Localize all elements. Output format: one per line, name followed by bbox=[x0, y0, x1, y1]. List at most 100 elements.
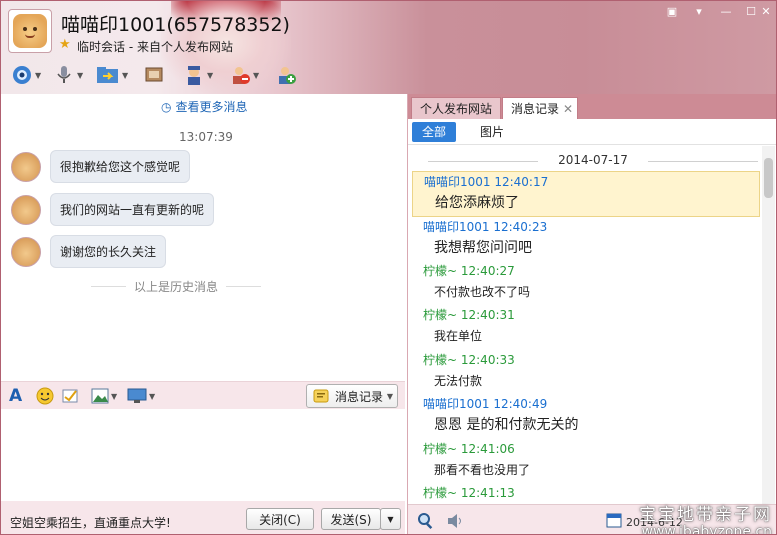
entry-text: 不付款也改不了吗 bbox=[434, 285, 531, 299]
ad-link[interactable]: 空姐空乘招生，直通重点大学! bbox=[10, 514, 171, 531]
chevron-down-icon: ▼ bbox=[386, 391, 393, 401]
message-input[interactable] bbox=[1, 409, 405, 501]
chat-toolbar: ▼ ▼ ▼ ▼ ▼ bbox=[1, 59, 321, 91]
history-entry[interactable]: 柠檬~ 12:41:06 那看不看也没用了 bbox=[412, 439, 760, 483]
voice-call-button[interactable]: ▼ bbox=[53, 63, 83, 87]
star-icon: ★ bbox=[59, 37, 71, 52]
contact-title: 喵喵印1001(657578352) bbox=[61, 14, 290, 36]
search-icon[interactable] bbox=[417, 512, 435, 533]
history-entry[interactable]: 柠檬~ 12:41:13 bbox=[412, 483, 760, 503]
entry-sender: 柠檬~ 12:40:31 bbox=[423, 308, 515, 322]
image-send-button[interactable]: ▼ bbox=[91, 386, 117, 406]
header: 喵喵印1001(657578352) ★ 临时会话 - 来自个人发布网站 ▣ ▾… bbox=[1, 1, 776, 94]
history-filter-tabs: 全部 图片 bbox=[408, 119, 776, 145]
send-options-button[interactable]: ▼ bbox=[380, 508, 401, 530]
sender-avatar[interactable] bbox=[11, 194, 41, 225]
close-tab-icon[interactable]: ✕ bbox=[563, 98, 573, 120]
poke-icon[interactable] bbox=[61, 386, 79, 406]
tab-personal-site[interactable]: 个人发布网站 bbox=[411, 97, 502, 119]
emoji-icon[interactable] bbox=[36, 386, 54, 406]
message-history-button[interactable]: 消息记录 ▼ bbox=[306, 384, 398, 408]
watermark: 宝宝地带亲子网 www.ibabyzone.cn bbox=[628, 505, 776, 535]
chat-message: 很抱歉给您这个感觉呢 bbox=[11, 150, 191, 183]
entry-sender: 柠檬~ 12:41:13 bbox=[423, 486, 515, 500]
tab-all[interactable]: 全部 bbox=[412, 122, 457, 142]
history-bottom-bar: 2014-6-12 宝宝地带亲子网 www.ibabyzone.cn bbox=[408, 504, 776, 535]
tab-label: 消息记录 bbox=[511, 102, 560, 116]
watermark-title: 宝宝地带亲子网 bbox=[639, 505, 772, 525]
contact-avatar[interactable] bbox=[8, 9, 52, 53]
tab-message-history[interactable]: 消息记录 ✕ bbox=[502, 97, 578, 119]
file-transfer-icon bbox=[97, 67, 118, 83]
remove-user-icon bbox=[233, 67, 250, 84]
camera-icon bbox=[13, 66, 31, 84]
remote-assist-button[interactable]: ▼ bbox=[183, 63, 213, 87]
add-user-icon bbox=[279, 67, 296, 84]
screenshot-button[interactable]: ▼ bbox=[127, 386, 155, 406]
chat-window: 喵喵印1001(657578352) ★ 临时会话 - 来自个人发布网站 ▣ ▾… bbox=[0, 0, 777, 535]
history-entry[interactable]: 喵喵印1001 12:40:17 给您添麻烦了 bbox=[412, 171, 760, 217]
avatar-icon bbox=[188, 66, 200, 85]
block-user-button[interactable]: ▼ bbox=[229, 63, 259, 87]
panel-tabs: 个人发布网站 消息记录 ✕ bbox=[408, 94, 776, 119]
chevron-down-icon: ▼ bbox=[77, 70, 84, 80]
tab-images[interactable]: 图片 bbox=[470, 122, 514, 142]
chevron-down-icon: ▼ bbox=[35, 70, 42, 80]
sender-avatar[interactable] bbox=[11, 151, 41, 182]
chat-message: 我们的网站一直有更新的呢 bbox=[11, 193, 215, 226]
history-button-label: 消息记录 bbox=[335, 389, 384, 404]
chevron-down-icon: ▼ bbox=[207, 70, 214, 80]
menu-icon[interactable]: ▾ bbox=[689, 5, 709, 19]
chat-panel: ◷ 查看更多消息 13:07:39 很抱歉给您这个感觉呢 我们的网站一直有更新的呢… bbox=[1, 94, 405, 534]
entry-text: 我想帮您问问吧 bbox=[434, 240, 532, 256]
entry-text: 给您添麻烦了 bbox=[435, 195, 519, 211]
history-list: 2014-07-17 喵喵印1001 12:40:17 给您添麻烦了 喵喵印10… bbox=[408, 146, 762, 504]
history-scrollbar[interactable] bbox=[762, 146, 775, 504]
entry-sender: 柠檬~ 12:40:33 bbox=[423, 353, 515, 367]
entry-text: 我在单位 bbox=[434, 329, 483, 343]
more-messages-link[interactable]: ◷ 查看更多消息 bbox=[161, 98, 248, 115]
font-icon[interactable]: A bbox=[9, 386, 22, 406]
entry-sender: 柠檬~ 12:40:27 bbox=[423, 264, 515, 278]
chevron-down-icon: ▼ bbox=[253, 70, 260, 80]
close-icon[interactable]: ✕ bbox=[756, 5, 776, 19]
picture-icon bbox=[91, 388, 109, 404]
send-button[interactable]: 发送(S) bbox=[321, 508, 381, 530]
history-entry[interactable]: 喵喵印1001 12:40:49 恩恩 是的和付款无关的 bbox=[412, 394, 760, 438]
history-entry[interactable]: 柠檬~ 12:40:27 不付款也改不了吗 bbox=[412, 261, 760, 305]
history-entry[interactable]: 喵喵印1001 12:40:23 我想帮您问问吧 bbox=[412, 217, 760, 261]
add-friend-button[interactable] bbox=[275, 63, 297, 87]
chevron-down-icon: ▼ bbox=[149, 391, 156, 401]
calendar-icon[interactable] bbox=[606, 512, 622, 531]
monitor-icon bbox=[127, 388, 147, 403]
history-date: 2014-07-17 bbox=[428, 153, 758, 167]
chevron-down-icon: ▼ bbox=[111, 391, 118, 401]
video-call-button[interactable]: ▼ bbox=[11, 63, 41, 87]
message-timestamp: 13:07:39 bbox=[179, 130, 233, 144]
close-button[interactable]: 关闭(C) bbox=[246, 508, 314, 530]
history-entry[interactable]: 柠檬~ 12:40:31 我在单位 bbox=[412, 305, 760, 349]
file-transfer-button[interactable]: ▼ bbox=[96, 63, 128, 87]
cat-face-icon bbox=[13, 14, 47, 48]
scrollbar-thumb[interactable] bbox=[764, 158, 773, 198]
history-panel: 个人发布网站 消息记录 ✕ 全部 图片 2014-07-17 喵喵印1001 1… bbox=[407, 94, 776, 535]
bottom-bar: 空姐空乘招生，直通重点大学! 关闭(C) 发送(S) ▼ bbox=[1, 501, 405, 534]
screen-share-icon bbox=[145, 67, 163, 82]
skin-icon[interactable]: ▣ bbox=[662, 5, 682, 19]
entry-text: 恩恩 是的和付款无关的 bbox=[434, 417, 579, 433]
entry-sender: 喵喵印1001 12:40:23 bbox=[423, 220, 548, 234]
sender-avatar[interactable] bbox=[11, 236, 41, 267]
session-subtitle: 临时会话 - 来自个人发布网站 bbox=[77, 40, 233, 54]
message-bubble: 谢谢您的长久关注 bbox=[50, 235, 167, 268]
more-messages-label: 查看更多消息 bbox=[175, 100, 248, 114]
chat-message: 谢谢您的长久关注 bbox=[11, 235, 167, 268]
entry-sender: 喵喵印1001 12:40:49 bbox=[423, 397, 548, 411]
chevron-down-icon: ▼ bbox=[387, 514, 394, 524]
message-bubble: 很抱歉给您这个感觉呢 bbox=[50, 150, 191, 183]
minimize-icon[interactable]: — bbox=[716, 5, 736, 19]
message-bubble: 我们的网站一直有更新的呢 bbox=[50, 193, 215, 226]
history-divider: 以上是历史消息 bbox=[91, 278, 261, 295]
screen-share-button[interactable] bbox=[144, 63, 164, 87]
speaker-icon[interactable] bbox=[446, 512, 464, 533]
history-entry[interactable]: 柠檬~ 12:40:33 无法付款 bbox=[412, 350, 760, 394]
